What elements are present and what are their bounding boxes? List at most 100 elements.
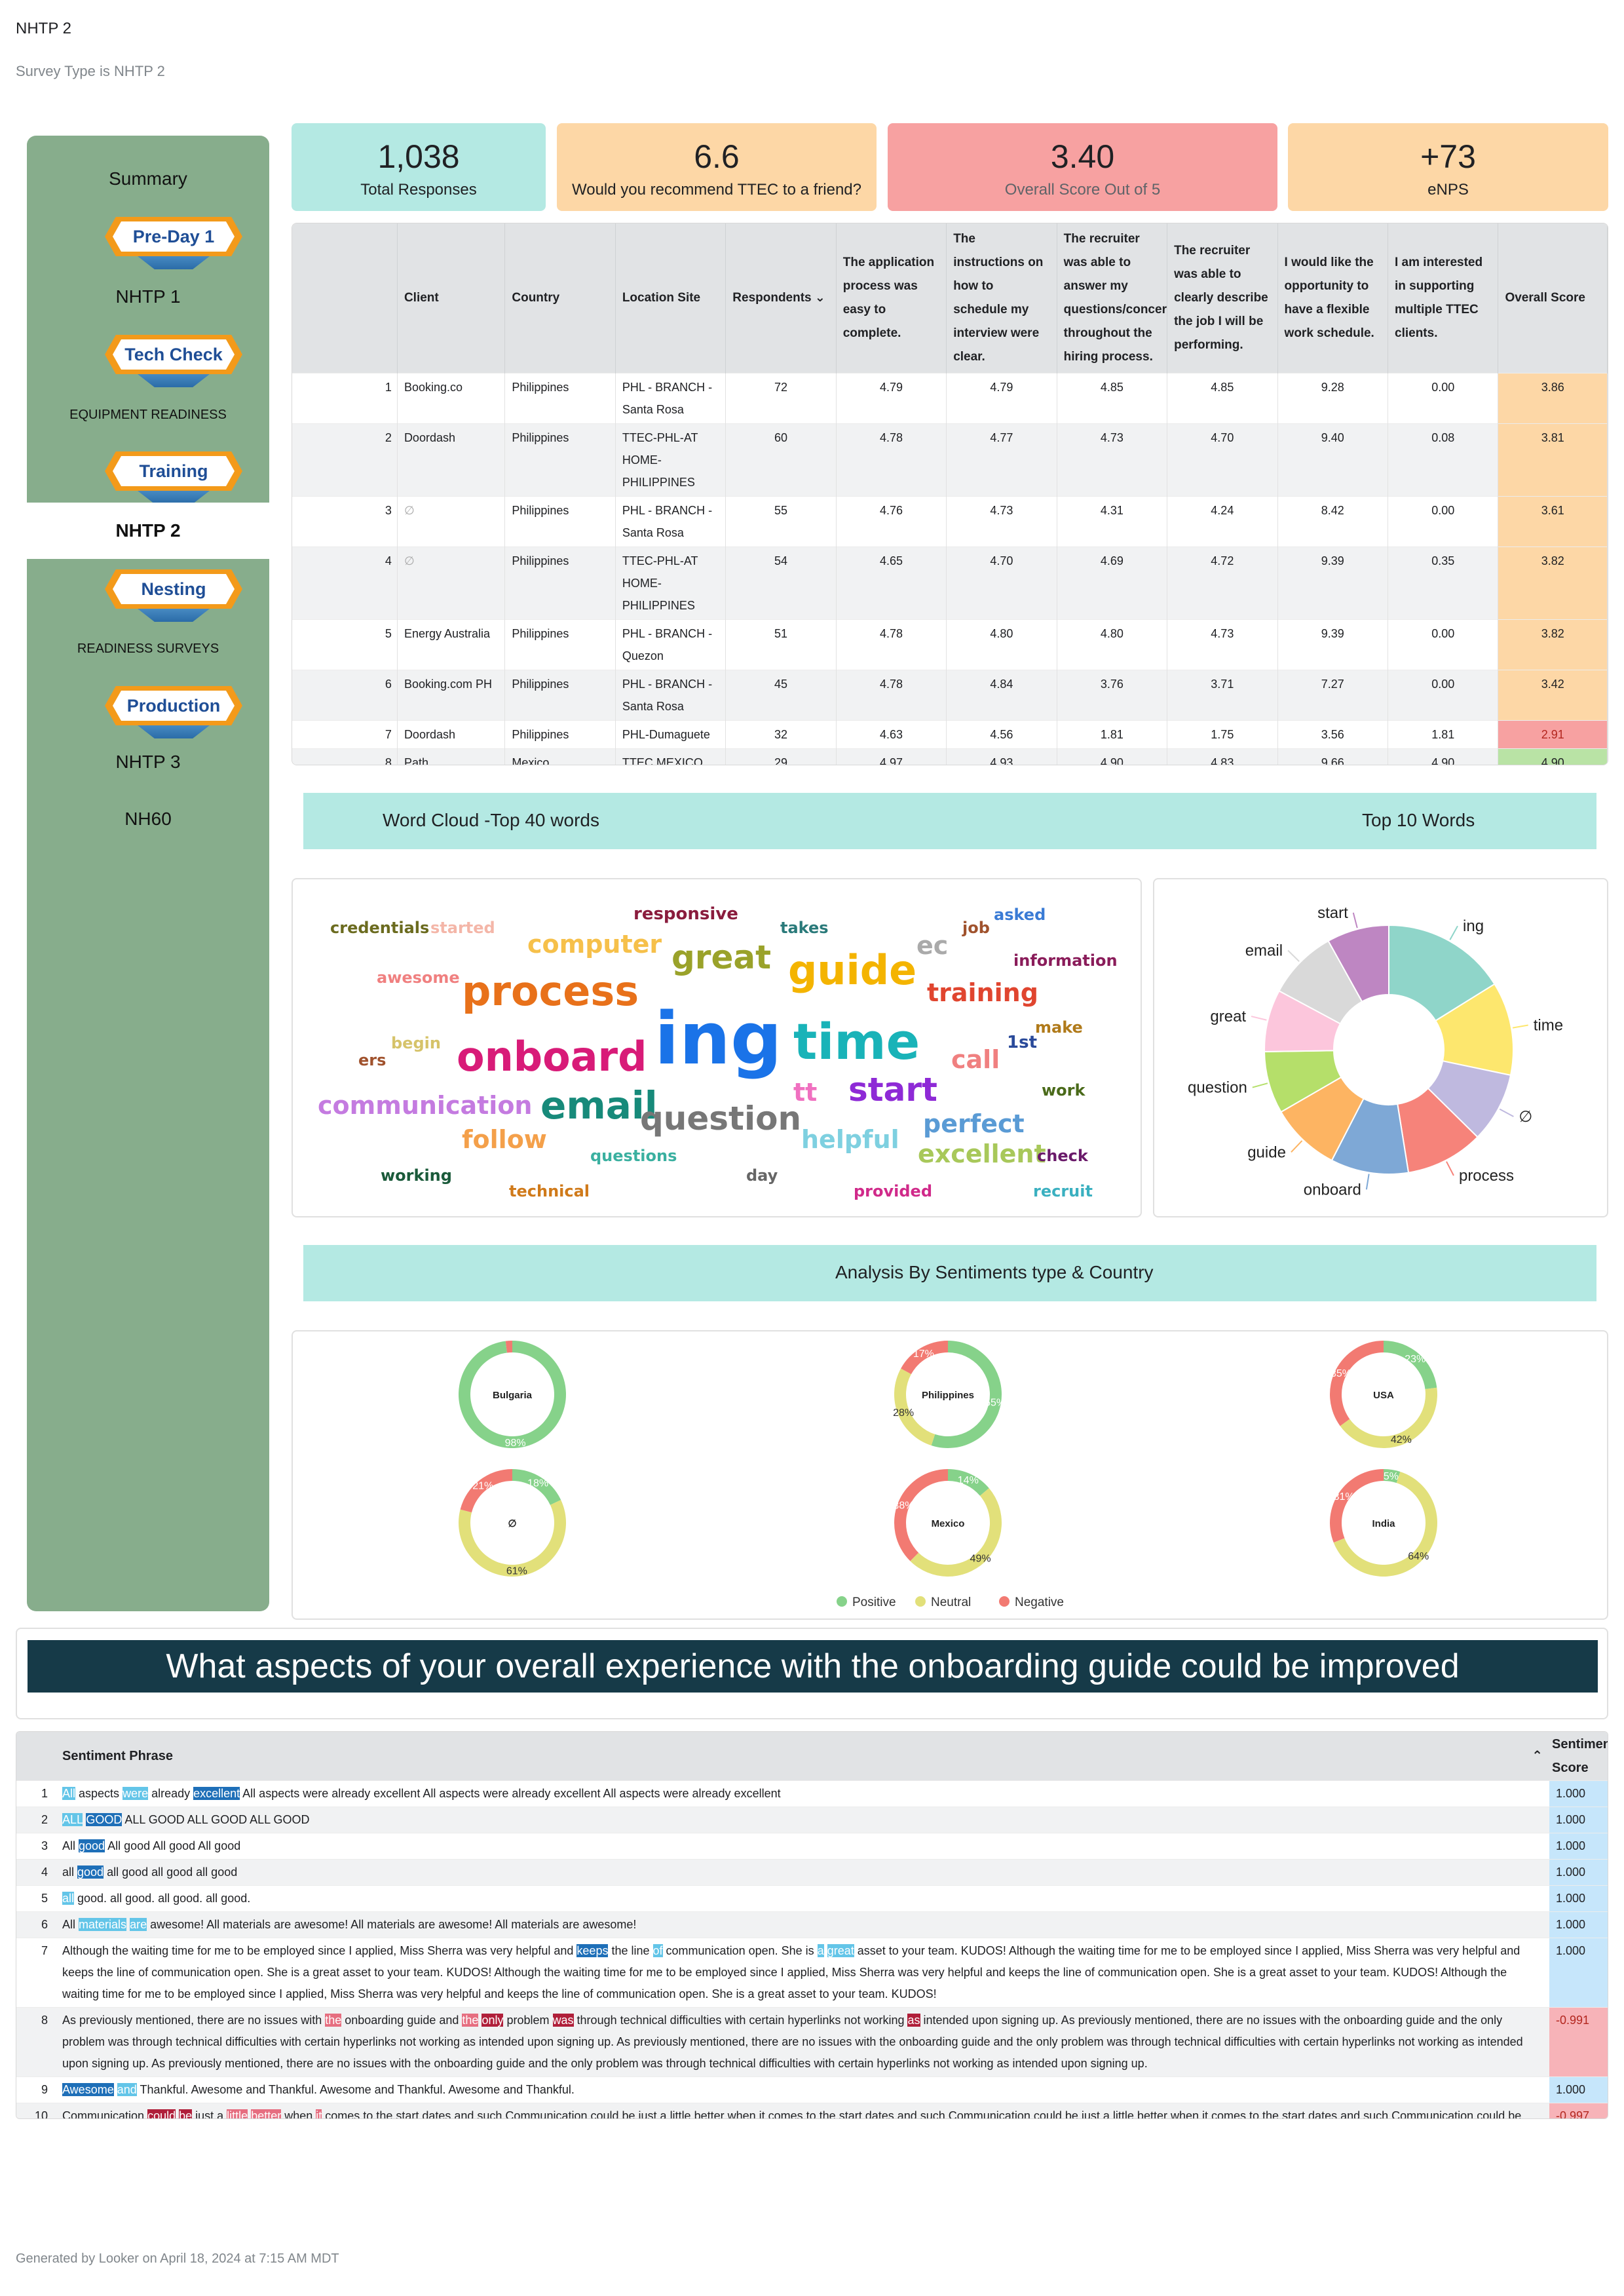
tech-check-badge-button[interactable]: Tech Check [105,335,242,387]
table-row[interactable]: 7 Although the waiting time for me to be… [16,1937,1608,2007]
word-cloud-word[interactable]: onboard [457,1037,647,1077]
col-header-country[interactable]: Country [504,223,616,373]
production-badge-button[interactable]: Production [105,686,242,738]
table-row[interactable]: 2 ALL GOOD ALL GOOD ALL GOOD ALL GOOD 1.… [16,1806,1608,1833]
donut-slice-neutral[interactable] [459,1500,566,1577]
word-cloud-word[interactable]: communication [318,1093,532,1118]
value-cell: 4.78 [836,619,947,670]
col-header-overall-score[interactable]: Overall Score [1498,223,1608,373]
sentiment-donut[interactable]: 55% 28% 17% Philippines [893,1341,1006,1448]
sidebar-item-readiness-surveys[interactable]: READINESS SURVEYS [27,641,269,657]
value-cell: 54 [725,546,837,620]
table-row[interactable]: 5 Energy Australia Philippines PHL - BRANCH… [292,619,1608,670]
table-row[interactable]: 3 All good All good All good All good 1.… [16,1832,1608,1859]
pre-day-1-badge-button[interactable]: Pre-Day 1 [105,217,242,269]
word-cloud-word[interactable]: awesome [377,970,460,985]
table-row[interactable]: 6 All materials are awesome! All materia… [16,1911,1608,1938]
sentiment-donut[interactable]: 14% 49% 38% Mexico [893,1469,1002,1577]
table-row[interactable]: 1 Booking.co Philippines PHL - BRANCH - San… [292,373,1608,424]
word-cloud-word[interactable]: make [1035,1020,1083,1035]
word-cloud-word[interactable]: ing [654,1003,782,1075]
word-cloud-word[interactable]: guide [788,950,916,991]
table-row[interactable]: 3 ∅ Philippines PHL - BRANCH - Santa Rosa 55… [292,496,1608,547]
legend-swatch [915,1596,926,1607]
word-cloud-word[interactable]: takes [780,920,829,936]
donut-slice-negative[interactable] [1330,1469,1384,1543]
slice-label: guide [1247,1143,1286,1161]
col-header-q5[interactable]: I would like the opportunity to have a f… [1277,223,1389,373]
word-cloud-word[interactable]: begin [391,1035,441,1051]
sidebar-item-nh60[interactable]: NH60 [27,809,269,830]
table-row[interactable]: 10 Communication could be just a little … [16,2102,1608,2118]
word-cloud-word[interactable]: follow [462,1127,547,1152]
word-cloud-word[interactable]: working [381,1168,452,1183]
word-cloud-word[interactable]: job [962,920,990,936]
word-cloud-word[interactable]: start [848,1073,937,1106]
table-row[interactable]: 8 As previously mentioned, there are no … [16,2006,1608,2076]
donut-slice-negative[interactable] [1329,1341,1384,1426]
word-cloud-word[interactable]: helpful [801,1127,899,1152]
word-cloud-word[interactable]: excellent [918,1141,1046,1166]
col-header-q2[interactable]: The instructions on how to schedule my i… [946,223,1057,373]
word-cloud-word[interactable]: provided [854,1183,932,1199]
table-row[interactable]: 1 All aspects were already excellent All… [16,1780,1608,1807]
col-header-respondents[interactable]: Respondents ⌄ [725,223,837,373]
table-row[interactable]: 5 all good. all good. all good. all good… [16,1885,1608,1911]
word-cloud-word[interactable]: process [462,971,639,1012]
word-cloud-word[interactable]: work [1042,1082,1085,1098]
word-cloud-word[interactable]: ers [358,1052,386,1068]
word-cloud-word[interactable]: asked [994,907,1046,923]
col-header-client[interactable]: Client [397,223,506,373]
sidebar-item-equipment-readiness[interactable]: EQUIPMENT READINESS [27,408,269,423]
sidebar-item-nhtp-3[interactable]: NHTP 3 [27,752,269,773]
word-cloud-word[interactable]: check [1037,1148,1088,1164]
chevron-up-icon[interactable]: ⌃ [1532,1744,1543,1768]
country-cell: Philippines [504,423,616,497]
table-row[interactable]: 7 Doordash Philippines PHL-Dumaguete 32 4.63 4… [292,720,1608,749]
donut-slice-negative[interactable] [894,1469,948,1561]
client-cell: Doordash [397,423,506,497]
table-row[interactable]: 4 ∅ Philippines TTEC-PHL-AT HOME-PHILIPPINE… [292,546,1608,620]
table-row[interactable]: 6 Booking.com PH Philippines PHL - BRANCH -… [292,670,1608,721]
chevron-down-icon[interactable]: ⌄ [815,291,825,305]
location-cell: TTEC MEXICO, AT HOME [615,748,727,765]
nesting-badge-button[interactable]: Nesting [105,569,242,622]
value-cell: 9.66 [1277,748,1389,765]
table-row[interactable]: 4 all good all good all good all good 1.… [16,1858,1608,1885]
word-cloud-word[interactable]: credentials [330,920,429,936]
col-header-q6[interactable]: I am interested in supporting multiple T… [1388,223,1499,373]
word-cloud-word[interactable]: day [746,1168,778,1183]
table-row[interactable]: 9 Awesome and Thankful. Awesome and Than… [16,2076,1608,2103]
sentiment-donut[interactable]: 5% 64% 31% India [1330,1469,1437,1577]
table-row[interactable]: 2 Doordash Philippines TTEC-PHL-AT HOME-PHI… [292,423,1608,497]
sentiment-donut[interactable]: 98% Bulgaria [459,1341,566,1449]
sentiment-donut[interactable]: 23% 42% 35% USA [1329,1341,1437,1448]
sidebar-item-nhtp-2-active[interactable]: NHTP 2 [27,503,269,559]
col-header-q1[interactable]: The application process was easy to comp… [836,223,947,373]
col-header-q3[interactable]: The recruiter was able to answer my ques… [1057,223,1168,373]
sentiment-donut[interactable]: 18% 61% 21% ∅ [459,1469,566,1577]
table-row[interactable]: 8PathMexicoTTEC MEXICO, AT HOME294.974.9… [292,748,1608,765]
col-header-sentiment-score[interactable]: Sentiment Score [1549,1732,1608,1780]
col-header-sentiment-phrase[interactable]: Sentiment Phrase ⌃ [56,1732,1549,1780]
word-cloud-word[interactable]: time [793,1017,920,1067]
word-cloud-word[interactable]: great [671,941,771,974]
word-cloud-word[interactable]: ec [916,933,948,958]
word-cloud-word[interactable]: questions [590,1148,677,1164]
word-cloud-word[interactable]: 1st [1007,1034,1037,1051]
training-badge-button[interactable]: Training [105,451,242,504]
word-cloud-word[interactable]: started [430,920,495,936]
sidebar-item-nhtp-1[interactable]: NHTP 1 [27,286,269,307]
word-cloud-word[interactable]: information [1013,953,1118,968]
word-cloud-word[interactable]: recruit [1033,1183,1093,1199]
word-cloud-word[interactable]: training [927,980,1038,1005]
word-cloud-word[interactable]: question [640,1102,801,1135]
col-header-q4[interactable]: The recruiter was able to clearly descri… [1167,223,1278,373]
word-cloud-word[interactable]: perfect [923,1111,1025,1136]
word-cloud-word[interactable]: computer [527,932,662,957]
col-header-location-site[interactable]: Location Site [615,223,727,373]
word-cloud-word[interactable]: call [951,1047,1000,1072]
sidebar-item-summary[interactable]: Summary [27,168,269,189]
word-cloud-word[interactable]: responsive [633,906,738,923]
word-cloud-word[interactable]: technical [509,1183,590,1199]
